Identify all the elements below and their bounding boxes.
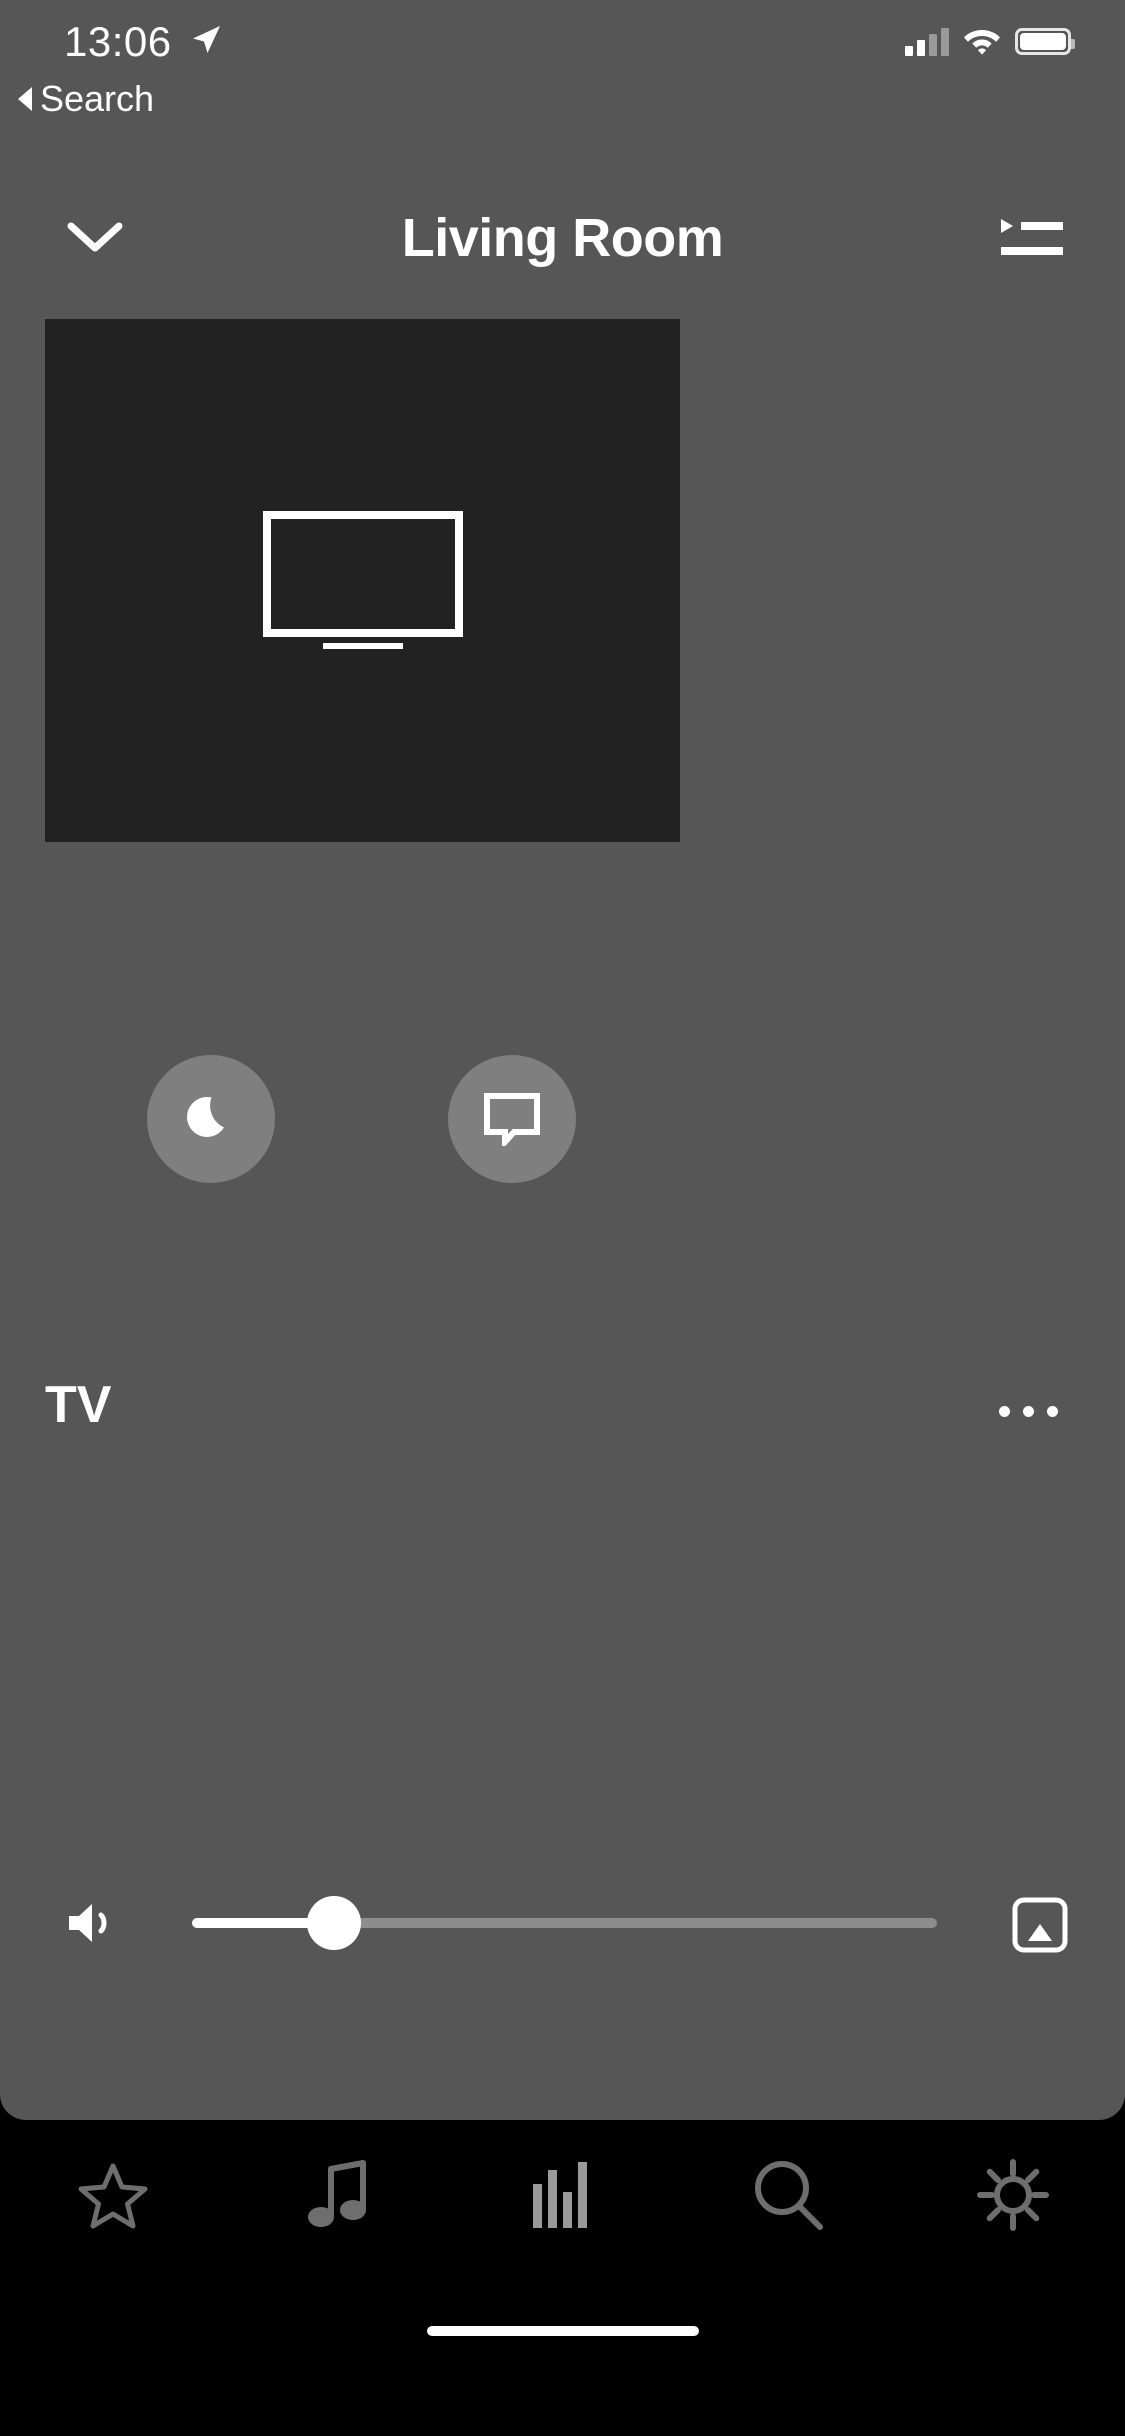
gear-icon bbox=[976, 2159, 1049, 2231]
airplay-button[interactable] bbox=[1007, 1892, 1073, 1958]
volume-row bbox=[0, 1870, 1125, 1980]
battery-icon bbox=[1015, 27, 1075, 55]
volume-slider[interactable] bbox=[192, 1896, 937, 1950]
chevron-down-icon bbox=[67, 222, 123, 252]
cellular-signal-icon bbox=[905, 26, 949, 56]
search-icon bbox=[754, 2161, 823, 2230]
tab-bar bbox=[0, 2120, 1125, 2360]
mute-button[interactable] bbox=[62, 1892, 124, 1954]
home-indicator bbox=[426, 2326, 699, 2336]
app-screen: 13:06 Search Living Room TV bbox=[0, 0, 1125, 2436]
status-bar: 13:06 bbox=[0, 0, 1125, 100]
now-playing-row: TV bbox=[0, 1375, 1125, 1465]
ellipsis-icon bbox=[998, 1405, 1010, 1417]
status-bar-time: 13:06 bbox=[64, 18, 172, 65]
back-caret-icon bbox=[18, 87, 32, 111]
wifi-icon bbox=[964, 30, 1000, 55]
sidebar-item-browse[interactable] bbox=[225, 2120, 450, 2270]
queue-list-icon bbox=[1001, 219, 1063, 255]
airplay-icon bbox=[1012, 1897, 1068, 1953]
speech-bubble-icon bbox=[484, 1093, 540, 1146]
now-playing-artwork[interactable] bbox=[45, 319, 680, 842]
moon-icon bbox=[186, 1096, 224, 1137]
sidebar-item-search[interactable] bbox=[675, 2120, 900, 2270]
tv-icon bbox=[262, 510, 463, 649]
now-playing-title: TV bbox=[45, 1376, 112, 1434]
sidebar-item-favorites[interactable] bbox=[0, 2120, 225, 2270]
feature-button-row bbox=[0, 1055, 1125, 1195]
navigation-bar: Living Room bbox=[0, 185, 1125, 290]
more-options-button[interactable] bbox=[973, 1371, 1083, 1451]
speaker-wave-icon bbox=[69, 1904, 107, 1942]
back-to-search-link[interactable]: Search bbox=[18, 78, 154, 120]
night-mode-button[interactable] bbox=[147, 1055, 275, 1183]
equalizer-icon bbox=[532, 2162, 587, 2228]
queue-button[interactable] bbox=[977, 199, 1087, 277]
sidebar-item-rooms[interactable] bbox=[450, 2120, 675, 2270]
speech-enhancement-button[interactable] bbox=[448, 1055, 576, 1183]
collapse-button[interactable] bbox=[40, 203, 150, 273]
back-link-label: Search bbox=[40, 78, 155, 119]
main-panel: 13:06 Search Living Room TV bbox=[0, 0, 1125, 2120]
ellipsis-icon bbox=[1022, 1405, 1034, 1417]
music-note-icon bbox=[307, 2160, 366, 2227]
location-arrow-icon bbox=[193, 26, 220, 53]
volume-slider-thumb[interactable] bbox=[306, 1896, 361, 1950]
sidebar-item-settings[interactable] bbox=[900, 2120, 1125, 2270]
status-bar-indicators bbox=[905, 26, 1075, 56]
ellipsis-icon bbox=[1046, 1405, 1058, 1417]
page-title: Living Room bbox=[401, 207, 724, 268]
star-icon bbox=[78, 2163, 147, 2229]
